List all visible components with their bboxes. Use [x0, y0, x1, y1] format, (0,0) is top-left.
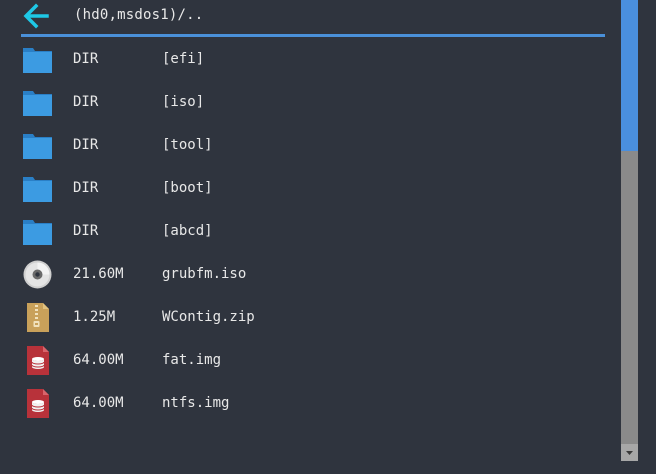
file-name: [iso]	[162, 94, 205, 110]
file-row[interactable]: 21.60M grubfm.iso	[0, 253, 612, 296]
folder-icon	[23, 91, 52, 116]
file-size: DIR	[73, 51, 99, 67]
file-size: DIR	[73, 94, 99, 110]
scrollbar-thumb[interactable]	[621, 0, 638, 151]
header-divider	[21, 34, 605, 37]
folder-icon	[23, 177, 52, 202]
file-size: 21.60M	[73, 266, 124, 282]
disk-image-icon	[27, 389, 49, 418]
file-row[interactable]: 1.25M WContig.zip	[0, 296, 612, 339]
folder-icon	[23, 48, 52, 73]
folder-icon	[23, 134, 52, 159]
file-row[interactable]: DIR [boot]	[0, 167, 612, 210]
file-row[interactable]: DIR [abcd]	[0, 210, 612, 253]
file-size: DIR	[73, 180, 99, 196]
file-row[interactable]: 64.00M ntfs.img	[0, 382, 612, 425]
file-name: [efi]	[162, 51, 205, 67]
file-name: WContig.zip	[162, 309, 255, 325]
file-list: DIR [efi] DIR [iso] DIR [tool] DIR [boot…	[0, 38, 612, 425]
folder-icon	[23, 220, 52, 245]
file-size: 64.00M	[73, 395, 124, 411]
file-size: DIR	[73, 223, 99, 239]
header-bar: (hd0,msdos1)/..	[0, 0, 612, 37]
file-name: ntfs.img	[162, 395, 230, 411]
file-row[interactable]: DIR [tool]	[0, 124, 612, 167]
arrow-left-icon[interactable]	[22, 2, 50, 30]
file-size: DIR	[73, 137, 99, 153]
chevron-down-icon	[626, 451, 633, 455]
vertical-scrollbar[interactable]	[621, 0, 638, 461]
zip-archive-icon	[27, 303, 49, 332]
scroll-down-button[interactable]	[621, 444, 638, 461]
file-name: grubfm.iso	[162, 266, 247, 282]
file-name: fat.img	[162, 352, 222, 368]
current-path: (hd0,msdos1)/..	[74, 7, 204, 23]
file-row[interactable]: DIR [iso]	[0, 81, 612, 124]
file-name: [abcd]	[162, 223, 213, 239]
file-name: [tool]	[162, 137, 213, 153]
file-name: [boot]	[162, 180, 213, 196]
file-size: 1.25M	[73, 309, 116, 325]
file-size: 64.00M	[73, 352, 124, 368]
file-row[interactable]: 64.00M fat.img	[0, 339, 612, 382]
disc-icon	[23, 260, 52, 289]
disk-image-icon	[27, 346, 49, 375]
file-row[interactable]: DIR [efi]	[0, 38, 612, 81]
